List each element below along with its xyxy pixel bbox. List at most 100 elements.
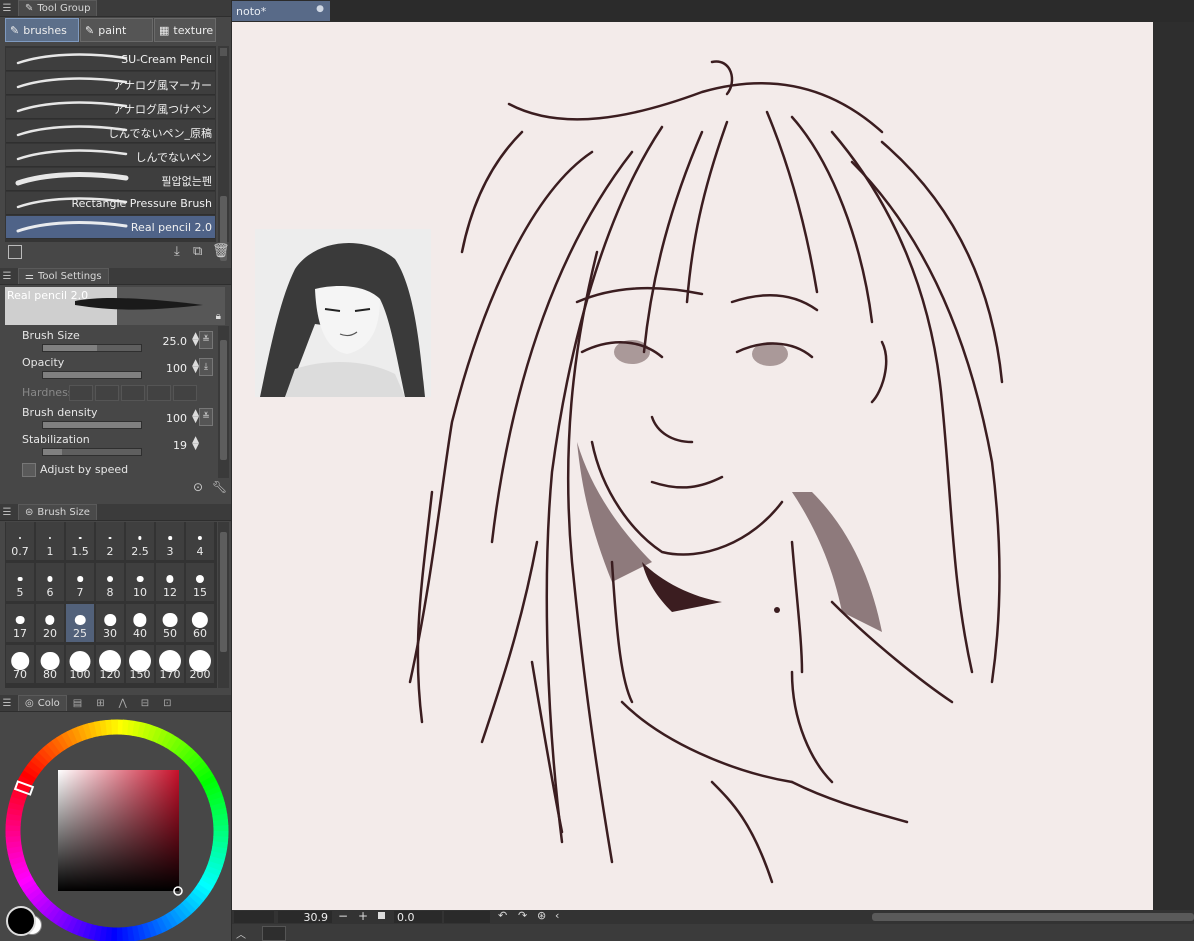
trash-icon[interactable]: 🗑 [212,243,230,259]
reset-rotation-icon[interactable]: ⊛ [537,909,546,922]
opacity-slider[interactable] [42,371,142,379]
rotation-slider[interactable] [444,911,490,923]
color-history-icon[interactable]: ⊟ [141,698,149,709]
zoom-field[interactable]: 30.9 [278,911,332,924]
rotate-left-icon[interactable]: ↶ [498,909,507,922]
navigator-slider[interactable] [234,911,274,923]
rotation-field[interactable]: 0.0 [394,911,442,924]
brush-size-cell[interactable]: 6 [36,563,65,602]
stepper-icon[interactable]: ▲ ▼ [192,332,199,348]
timeline-icon[interactable] [262,926,286,941]
lock-icon[interactable]: 🔒︎ [216,311,221,322]
tool-group-tab[interactable]: ✎ Tool Group [18,0,98,16]
brush-item[interactable]: Real pencil 2.0 [6,216,215,239]
rotate-right-icon[interactable]: ↷ [518,909,527,922]
brush-size-cell[interactable]: 100 [66,645,95,684]
fit-icon[interactable] [378,912,385,919]
brush-size-cell[interactable]: 10 [126,563,155,602]
intermediate-color-icon[interactable]: ⊞ [96,698,104,709]
brush-item[interactable]: Rectangle Pressure Brush [6,192,215,215]
stepper-icon[interactable]: ▲ ▼ [192,359,199,375]
panel-menu-icon[interactable]: ☰ [0,271,14,282]
canvas-paper[interactable] [232,22,1153,910]
sub-view-icon[interactable]: ⊡ [163,698,171,709]
brush-size-cell[interactable]: 170 [156,645,185,684]
opacity-value[interactable]: 100 [166,362,187,375]
tab-brushes[interactable]: ✎ brushes [5,18,79,42]
zoom-out-icon[interactable]: − [338,909,348,923]
reference-image[interactable] [255,229,431,397]
reset-icon[interactable]: ⊙ [193,480,203,494]
brush-size-cell[interactable]: 150 [126,645,155,684]
brush-density-value[interactable]: 100 [166,412,187,425]
panel-menu-icon[interactable]: ☰ [0,507,14,518]
brush-size-cell[interactable]: 2 [96,522,125,561]
brush-size-cell[interactable]: 40 [126,604,155,643]
pressure-icon[interactable]: ≚ [199,331,213,349]
wrench-icon[interactable]: 🔧︎ [212,480,227,494]
brush-list-scrollbar[interactable] [218,46,229,261]
color-wheel-tab[interactable]: ◎ Color [18,695,67,711]
brush-size-cell[interactable]: 200 [186,645,215,684]
brush-size-cell[interactable]: 60 [186,604,215,643]
hardness-selector[interactable] [69,385,197,401]
adjust-by-speed-checkbox[interactable] [22,463,36,477]
brush-size-cell[interactable]: 50 [156,604,185,643]
panel-menu-icon[interactable]: ☰ [0,698,14,709]
scroll-left-icon[interactable]: ‹ [555,909,559,922]
brush-size-cell[interactable]: 80 [36,645,65,684]
brush-size-scrollbar[interactable] [218,522,229,688]
brush-size-dot [166,575,174,583]
brush-size-cell[interactable]: 2.5 [126,522,155,561]
brush-size-cell[interactable]: 12 [156,563,185,602]
duplicate-icon[interactable]: ⧉ [193,244,202,259]
brush-size-cell[interactable]: 7 [66,563,95,602]
brush-density-slider[interactable] [42,421,142,429]
brush-size-cell[interactable]: 4 [186,522,215,561]
approximate-color-icon[interactable]: ⋀ [119,698,127,709]
brush-size-cell[interactable]: 30 [96,604,125,643]
main-color-swatch[interactable] [6,906,36,936]
pressure-icon[interactable]: ⤓ [199,358,213,376]
brush-size-cell[interactable]: 17 [6,604,35,643]
brush-size-value[interactable]: 25.0 [163,335,188,348]
close-tab-icon[interactable]: ● [316,4,324,14]
tab-texture[interactable]: ▦ texture [154,18,216,42]
brush-size-cell[interactable]: 1.5 [66,522,95,561]
brush-item[interactable]: しんでないペン [6,144,215,167]
brush-size-cell[interactable]: 3 [156,522,185,561]
zoom-in-icon[interactable]: + [358,909,368,923]
brush-item[interactable]: アナログ風マーカー [6,72,215,95]
brush-size-tab[interactable]: ⊜ Brush Size [18,504,97,520]
brush-item[interactable]: 필압없는펜 [6,168,215,191]
save-icon[interactable]: ⤓ [174,244,180,259]
collapse-up-icon[interactable]: ︿ [236,926,246,941]
brush-size-cell[interactable]: 1 [36,522,65,561]
brush-item[interactable]: アナログ風つけペン [6,96,215,119]
brush-size-cell[interactable]: 0.7 [6,522,35,561]
stabilization-value[interactable]: 19 [173,439,187,452]
brush-size-cell[interactable]: 8 [96,563,125,602]
horizontal-scrollbar[interactable] [872,913,1194,921]
brush-size-cell[interactable]: 70 [6,645,35,684]
brush-size-cell[interactable]: 20 [36,604,65,643]
brush-item[interactable]: SU-Cream Pencil [6,48,215,71]
document-tab[interactable]: noto* ● [232,1,330,21]
brush-size-cell[interactable]: 5 [6,563,35,602]
stepper-icon[interactable]: ▲ ▼ [192,436,199,452]
brush-size-cell[interactable]: 15 [186,563,215,602]
brush-size-cell[interactable]: 25 [66,604,95,643]
pressure-icon[interactable]: ≚ [199,408,213,426]
brush-size-cell[interactable]: 120 [96,645,125,684]
tool-settings-scrollbar[interactable] [218,326,229,478]
stepper-icon[interactable]: ▲ ▼ [192,409,199,425]
stabilization-slider[interactable] [42,448,142,456]
tool-settings-tab[interactable]: ⚌ Tool Settings [18,268,109,284]
brush-item[interactable]: しんでないペン_原稿 [6,120,215,143]
brush-size-number: 1.5 [71,545,89,558]
tab-paint[interactable]: ✎ paint [80,18,153,42]
panel-menu-icon[interactable]: ☰ [0,3,14,14]
checkbox-icon[interactable] [8,245,22,259]
color-set-icon[interactable]: ▤ [73,698,82,709]
brush-size-slider[interactable] [42,344,142,352]
